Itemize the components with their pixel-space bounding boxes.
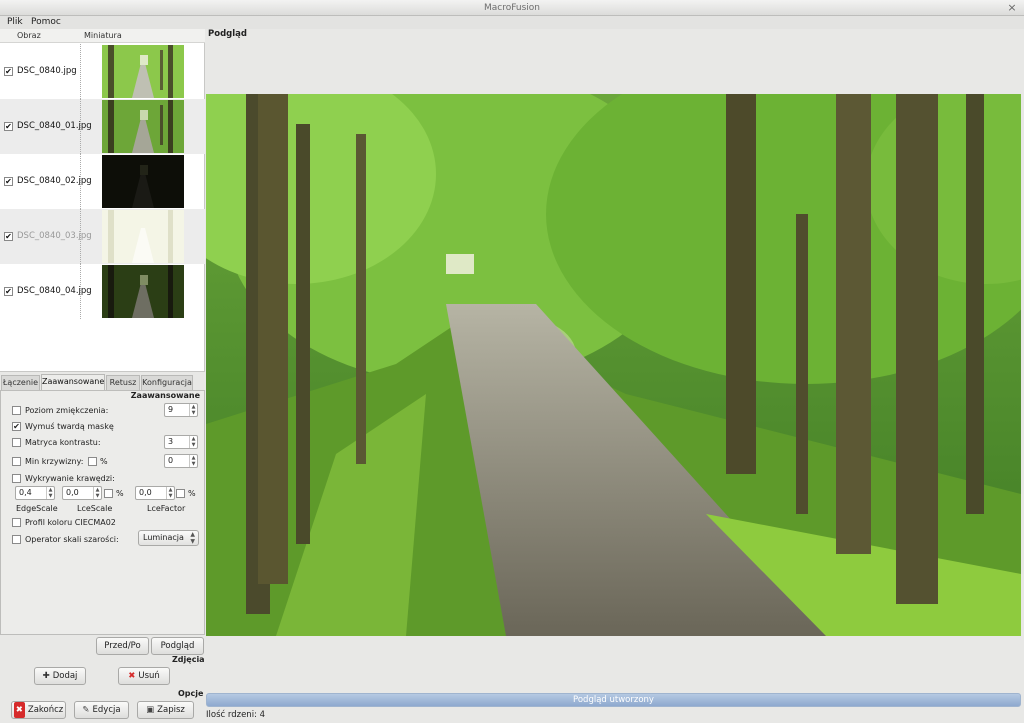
column-thumbnail[interactable]: Miniatura (84, 29, 122, 43)
hard-mask-label: Wymuś twardą maskę (25, 422, 114, 431)
settings-tabs: Łączenie Zaawansowane Retusz Konfiguracj… (0, 374, 205, 390)
quit-button[interactable]: ✖ Zakończ (11, 701, 66, 719)
edge-scale-spinner[interactable]: 0,4 ▲ ▼ (15, 486, 55, 500)
list-item[interactable]: ✔ DSC_0840.jpg (0, 44, 205, 99)
ciecam-label: Profil koloru CIECMA02 (25, 518, 116, 527)
list-item[interactable]: ✔ DSC_0840_04.jpg (0, 264, 205, 319)
lce-factor-label: LceFactor (147, 504, 186, 513)
window-title: MacroFusion (483, 3, 541, 13)
lce-factor-percent-checkbox[interactable] (176, 489, 185, 498)
include-checkbox[interactable]: ✔ (4, 287, 13, 296)
image-list-header: Obraz Miniatura (0, 29, 205, 43)
list-item[interactable]: ✔ DSC_0840_01.jpg (0, 99, 205, 154)
menu-help[interactable]: Pomoc (31, 16, 61, 29)
list-item[interactable]: ✔ DSC_0840_02.jpg (0, 154, 205, 209)
image-list[interactable]: Obraz Miniatura ✔ DSC_0840.jpg ✔ DSC_084… (0, 29, 205, 372)
grayscale-checkbox[interactable] (12, 535, 21, 544)
smoothing-label: Poziom zmiękczenia: (25, 406, 109, 415)
advanced-panel: Zaawansowane Poziom zmiękczenia: 9 ▲ ▼ ✔ … (0, 390, 205, 635)
tab-advanced[interactable]: Zaawansowane (41, 374, 105, 390)
tab-blending[interactable]: Łączenie (1, 375, 40, 390)
min-curvature-label: Min krzywizny: (25, 457, 84, 466)
lce-scale-label: LceScale (77, 504, 113, 513)
remove-x-icon: ✖ (128, 671, 136, 681)
tab-configuration[interactable]: Konfiguracja (141, 375, 193, 390)
spinner-arrows-icon[interactable]: ▲ ▼ (166, 487, 174, 499)
save-icon: ▣ (146, 705, 155, 715)
before-after-button[interactable]: Przed/Po (96, 637, 149, 655)
remove-button[interactable]: ✖ Usuń (118, 667, 170, 685)
lce-scale-spinner[interactable]: 0,0 ▲ ▼ (62, 486, 102, 500)
pencil-icon: ✎ (82, 705, 90, 715)
tab-retouch[interactable]: Retusz (106, 375, 140, 390)
contrast-window-label: Matryca kontrastu: (25, 438, 101, 447)
close-icon[interactable]: × (1006, 2, 1018, 14)
include-checkbox[interactable]: ✔ (4, 232, 13, 241)
min-curvature-spinner[interactable]: 0 ▲ ▼ (164, 454, 198, 468)
grayscale-label: Operator skali szarości: (25, 535, 119, 544)
preview-image (206, 94, 1021, 636)
thumbnail (102, 210, 184, 263)
include-checkbox[interactable]: ✔ (4, 67, 13, 76)
ciecam-checkbox[interactable] (12, 518, 21, 527)
percent-label: % (116, 489, 124, 498)
preview-button[interactable]: Podgląd (151, 637, 204, 655)
include-checkbox[interactable]: ✔ (4, 122, 13, 131)
file-name: DSC_0840.jpg (17, 66, 77, 76)
min-curvature-checkbox[interactable] (12, 457, 21, 466)
add-button[interactable]: ✚ Dodaj (34, 667, 86, 685)
preview-title: Podgląd (208, 29, 247, 39)
thumbnail (102, 45, 184, 98)
thumbnail (102, 100, 184, 153)
percent-label: % (188, 489, 196, 498)
percent-label: % (100, 457, 108, 466)
list-item[interactable]: ✔ DSC_0840_03.jpg (0, 209, 205, 264)
menu-bar: Plik Pomoc (0, 16, 1024, 29)
spinner-arrows-icon[interactable]: ▲ ▼ (189, 455, 197, 467)
edge-detect-checkbox[interactable] (12, 474, 21, 483)
edge-detect-label: Wykrywanie krawędzi: (25, 474, 115, 483)
section-advanced-title: Zaawansowane (130, 391, 200, 400)
thumbnail (102, 155, 184, 208)
contrast-window-spinner[interactable]: 3 ▲ ▼ (164, 435, 198, 449)
spinner-arrows-icon[interactable]: ▲ ▼ (189, 436, 197, 448)
edge-scale-label: EdgeScale (16, 504, 58, 513)
thumbnail (102, 265, 184, 318)
save-button[interactable]: ▣ Zapisz (137, 701, 194, 719)
hard-mask-checkbox[interactable]: ✔ (12, 422, 21, 431)
column-image[interactable]: Obraz (17, 29, 41, 43)
contrast-window-checkbox[interactable] (12, 438, 21, 447)
lce-factor-spinner[interactable]: 0,0 ▲ ▼ (135, 486, 175, 500)
grayscale-operator-select[interactable]: Luminacja ▲ ▼ (138, 530, 199, 546)
select-arrows-icon: ▲ ▼ (190, 531, 195, 545)
smoothing-checkbox[interactable] (12, 406, 21, 415)
title-bar: MacroFusion × (0, 0, 1024, 16)
min-curvature-percent-checkbox[interactable] (88, 457, 97, 466)
progress-text: Podgląd utworzony (573, 695, 654, 705)
quit-icon: ✖ (13, 702, 25, 718)
smoothing-spinner[interactable]: 9 ▲ ▼ (164, 403, 198, 417)
spinner-arrows-icon[interactable]: ▲ ▼ (46, 487, 54, 499)
include-checkbox[interactable]: ✔ (4, 177, 13, 186)
section-images-title: Zdjęcia (172, 655, 205, 664)
spinner-arrows-icon[interactable]: ▲ ▼ (189, 404, 197, 416)
edit-button[interactable]: ✎ Edycja (74, 701, 129, 719)
progress-bar: Podgląd utworzony (206, 693, 1021, 707)
spinner-arrows-icon[interactable]: ▲ ▼ (93, 487, 101, 499)
status-text: Ilość rdzeni: 4 (206, 710, 266, 720)
plus-icon: ✚ (42, 671, 50, 681)
menu-file[interactable]: Plik (7, 16, 23, 29)
lce-scale-percent-checkbox[interactable] (104, 489, 113, 498)
